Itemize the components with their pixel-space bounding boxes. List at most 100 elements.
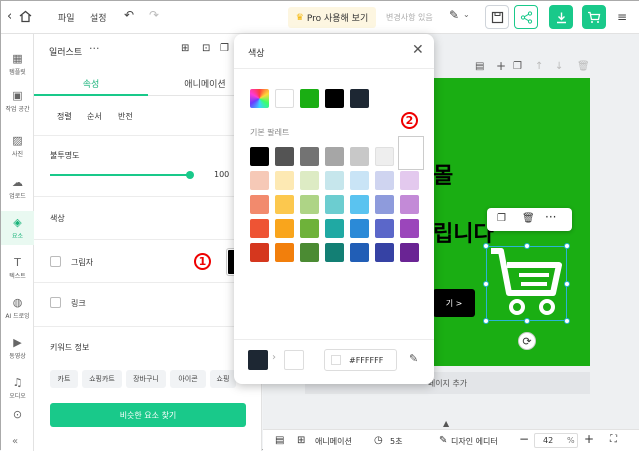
current-color-swatch[interactable] — [248, 350, 268, 370]
recent-color-swatch[interactable] — [325, 89, 344, 108]
resize-handle[interactable] — [483, 318, 489, 324]
resize-handle[interactable] — [483, 281, 489, 287]
eyedropper-icon[interactable]: ✎ — [409, 352, 418, 365]
cart-button[interactable] — [582, 5, 606, 29]
timer-icon[interactable]: ◷ — [374, 435, 383, 446]
nav-item-upload[interactable]: ☁ 업로드 — [1, 171, 34, 205]
download-button[interactable] — [549, 5, 573, 29]
palette-color-swatch[interactable] — [375, 171, 394, 190]
palette-color-swatch[interactable] — [325, 195, 344, 214]
headline-text-1[interactable]: 몰 — [433, 158, 453, 190]
palette-color-swatch[interactable] — [400, 219, 419, 238]
animation-icon[interactable]: ⊞ — [297, 435, 305, 446]
palette-color-swatch[interactable] — [300, 243, 319, 262]
keyword-chip[interactable]: 장바구니 — [126, 370, 166, 388]
nav-item-template[interactable]: ▦ 템플릿 — [1, 47, 34, 81]
find-similar-button[interactable]: 비슷한 요소 찾기 — [50, 403, 246, 427]
palette-color-swatch[interactable] — [300, 195, 319, 214]
animation-button[interactable]: 애니메이션 — [315, 436, 352, 447]
tab-properties[interactable]: 속성 — [34, 72, 148, 96]
nav-item-elements[interactable]: ◈ 요소 — [1, 211, 34, 245]
palette-color-swatch[interactable] — [250, 219, 269, 238]
resize-handle[interactable] — [524, 318, 530, 324]
resize-handle[interactable] — [564, 243, 570, 249]
rotate-handle-icon[interactable]: ⟳ — [518, 332, 536, 350]
settings-menu[interactable]: 설정 — [90, 11, 107, 24]
shadow-checkbox[interactable] — [50, 256, 61, 267]
resize-handle[interactable] — [524, 243, 530, 249]
nav-item-workspace[interactable]: ▣ 작업 공간 — [1, 84, 34, 118]
white-swatch-highlight[interactable] — [398, 136, 424, 170]
memo-icon[interactable]: ▤ — [475, 61, 484, 72]
palette-color-swatch[interactable] — [375, 243, 394, 262]
home-icon[interactable] — [19, 10, 32, 23]
keyword-chip[interactable]: 카트 — [50, 370, 78, 388]
palette-color-swatch[interactable] — [275, 195, 294, 214]
more-options-icon[interactable]: ··· — [89, 42, 100, 55]
copy-icon[interactable]: ❐ — [220, 43, 229, 54]
palette-color-swatch[interactable] — [250, 147, 269, 166]
custom-color-swatch[interactable] — [250, 89, 269, 108]
recent-color-swatch[interactable] — [350, 89, 369, 108]
palette-color-swatch[interactable] — [275, 171, 294, 190]
chevron-down-icon[interactable]: ⌄ — [463, 10, 470, 19]
duplicate-icon[interactable]: ❐ — [497, 213, 506, 224]
duplicate-page-icon[interactable]: ❐ — [513, 61, 522, 72]
hex-input[interactable]: #FFFFFF — [324, 349, 397, 371]
palette-color-swatch[interactable] — [375, 219, 394, 238]
design-editor-icon[interactable]: ✎ — [439, 435, 447, 446]
nav-item-photo[interactable]: ▨ 사진 — [1, 129, 34, 163]
pin-icon[interactable]: ⊞ — [181, 43, 189, 54]
resize-handle[interactable] — [564, 281, 570, 287]
palette-color-swatch[interactable] — [250, 195, 269, 214]
pen-icon[interactable]: ✎ — [449, 8, 459, 22]
palette-color-swatch[interactable] — [275, 147, 294, 166]
delete-page-icon[interactable]: 🗑 — [577, 61, 590, 72]
keyword-chip[interactable]: 아이콘 — [170, 370, 206, 388]
chevron-left-icon[interactable]: ‹ — [7, 9, 12, 24]
pro-trial-button[interactable]: ♛ Pro 사용해 보기 — [288, 7, 376, 28]
undo-icon[interactable]: ↶ — [124, 8, 134, 22]
palette-color-swatch[interactable] — [375, 147, 394, 166]
palette-color-swatch[interactable] — [300, 219, 319, 238]
move-up-icon[interactable]: ↑ — [535, 61, 543, 72]
share-button[interactable] — [514, 5, 538, 29]
order-button[interactable]: 순서 — [87, 111, 102, 122]
fullscreen-icon[interactable]: ⛶ — [610, 434, 617, 445]
palette-color-swatch[interactable] — [325, 147, 344, 166]
palette-color-swatch[interactable] — [250, 171, 269, 190]
nav-item-audio[interactable]: ♫ 오디오 — [1, 371, 34, 405]
align-button[interactable]: 정렬 — [57, 111, 72, 122]
palette-color-swatch[interactable] — [275, 219, 294, 238]
page-list-icon[interactable]: ▤ — [275, 435, 284, 446]
palette-color-swatch[interactable] — [400, 171, 419, 190]
trash-icon[interactable]: 🗑 — [522, 213, 535, 224]
palette-color-swatch[interactable] — [375, 195, 394, 214]
palette-color-swatch[interactable] — [325, 171, 344, 190]
palette-color-swatch[interactable] — [325, 243, 344, 262]
link-checkbox[interactable] — [50, 297, 61, 308]
collapse-icon[interactable]: « — [12, 436, 18, 447]
palette-color-swatch[interactable] — [350, 219, 369, 238]
file-menu[interactable]: 파일 — [58, 11, 75, 24]
recent-color-swatch[interactable] — [275, 89, 294, 108]
nav-item-ai-drawing[interactable]: ◍ AI 드로잉 — [1, 291, 34, 325]
more-icon[interactable]: ··· — [545, 210, 556, 224]
opacity-slider-handle[interactable] — [186, 171, 194, 179]
palette-color-swatch[interactable] — [350, 147, 369, 166]
menu-icon[interactable]: ≡ — [617, 10, 627, 24]
duration-value[interactable]: 5초 — [390, 436, 402, 447]
palette-color-swatch[interactable] — [300, 147, 319, 166]
lock-icon[interactable]: ⊡ — [202, 43, 210, 54]
resize-handle[interactable] — [483, 243, 489, 249]
keyword-chip[interactable]: 쇼핑 — [210, 370, 236, 388]
palette-color-swatch[interactable] — [250, 243, 269, 262]
zoom-field[interactable]: 42 % — [534, 433, 578, 448]
close-icon[interactable]: ✕ — [412, 42, 424, 58]
collapse-up-icon[interactable]: ▲ — [443, 419, 449, 428]
design-editor-button[interactable]: 디자인 에디터 — [451, 436, 498, 447]
nav-item-more[interactable]: ⊙ — [1, 406, 34, 426]
opacity-slider[interactable] — [50, 171, 194, 179]
palette-color-swatch[interactable] — [275, 243, 294, 262]
zoom-out-icon[interactable]: − — [519, 432, 529, 446]
